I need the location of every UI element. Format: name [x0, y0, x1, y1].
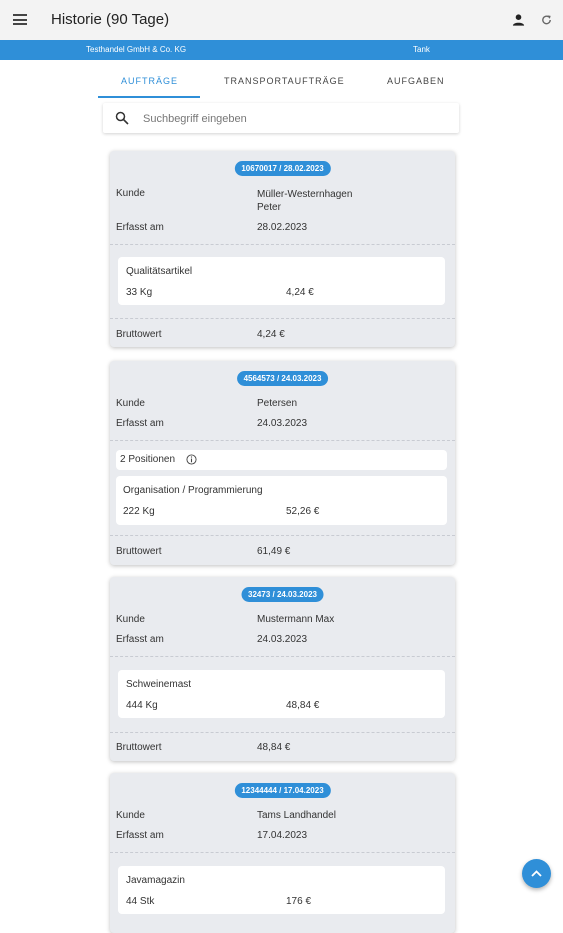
total-label: Bruttowert [116, 546, 162, 557]
order-item: Javamagazin 44 Stk 176 € [118, 866, 445, 914]
person-icon[interactable] [512, 13, 525, 27]
order-id-badge: 32473 / 24.03.2023 [241, 587, 324, 602]
total-label: Bruttowert [116, 329, 162, 340]
search-icon [115, 111, 129, 125]
item-quantity: 33 Kg [126, 287, 153, 298]
item-price: 4,24 € [286, 287, 314, 298]
company-name: Testhandel GmbH & Co. KG [86, 45, 187, 54]
date-value: 24.03.2023 [257, 634, 308, 645]
order-id-badge: 12344444 / 17.04.2023 [234, 783, 331, 798]
divider [110, 318, 455, 319]
date-label: Erfasst am [116, 222, 164, 233]
order-id-badge: 4564573 / 24.03.2023 [236, 371, 329, 386]
item-name: Organisation / Programmierung [123, 485, 263, 496]
context-bar: Testhandel GmbH & Co. KG Tank [0, 40, 563, 60]
date-value: 28.02.2023 [257, 222, 308, 233]
page-title: Historie (90 Tage) [51, 11, 170, 28]
arrow-up-icon [531, 870, 542, 877]
divider [110, 244, 455, 245]
item-name: Schweinemast [126, 679, 192, 690]
order-item: Schweinemast 444 Kg 48,84 € [118, 670, 445, 718]
item-quantity: 222 Kg [123, 506, 155, 517]
item-quantity: 44 Stk [126, 896, 155, 907]
scroll-top-button[interactable] [522, 859, 551, 888]
total-value: 4,24 € [257, 329, 285, 340]
item-name: Javamagazin [126, 875, 185, 886]
positions-info[interactable]: 2 Positionen [116, 450, 447, 470]
site-name: Tank [413, 45, 430, 54]
item-price: 52,26 € [286, 506, 320, 517]
refresh-icon[interactable] [540, 13, 553, 27]
tab-aufgaben[interactable]: AUFGABEN [387, 76, 445, 86]
search-bar [103, 103, 459, 133]
date-value: 17.04.2023 [257, 830, 308, 841]
order-card[interactable]: 32473 / 24.03.2023 Kunde Mustermann Max … [110, 577, 455, 761]
divider [110, 440, 455, 441]
customer-value: Müller-Westernhagen Peter [257, 189, 353, 213]
customer-value: Mustermann Max [257, 614, 335, 625]
item-quantity: 444 Kg [126, 700, 158, 711]
divider [110, 852, 455, 853]
tab-auftraege[interactable]: AUFTRÄGE [121, 76, 178, 86]
divider [110, 656, 455, 657]
order-card[interactable]: 4564573 / 24.03.2023 Kunde Petersen Erfa… [110, 361, 455, 565]
active-tab-indicator [98, 96, 200, 98]
customer-label: Kunde [116, 398, 145, 409]
item-name: Qualitätsartikel [126, 266, 193, 277]
item-price: 48,84 € [286, 700, 320, 711]
order-item: Qualitätsartikel 33 Kg 4,24 € [118, 257, 445, 305]
customer-value: Petersen [257, 398, 298, 409]
divider [110, 732, 455, 733]
tab-transportauftraege[interactable]: TRANSPORTAUFTRÄGE [224, 76, 345, 86]
order-item: Organisation / Programmierung 222 Kg 52,… [116, 476, 447, 525]
order-id-badge: 10670017 / 28.02.2023 [234, 161, 331, 176]
customer-value: Tams Landhandel [257, 810, 336, 821]
date-label: Erfasst am [116, 634, 164, 645]
total-value: 61,49 € [257, 546, 291, 557]
total-value: 48,84 € [257, 742, 291, 753]
info-icon[interactable] [186, 454, 197, 465]
app-bar: Historie (90 Tage) [0, 0, 563, 40]
date-label: Erfasst am [116, 418, 164, 429]
date-label: Erfasst am [116, 830, 164, 841]
search-input[interactable] [141, 109, 445, 129]
order-card[interactable]: 12344444 / 17.04.2023 Kunde Tams Landhan… [110, 773, 455, 933]
total-label: Bruttowert [116, 742, 162, 753]
customer-label: Kunde [116, 614, 145, 625]
menu-icon[interactable] [13, 14, 27, 25]
date-value: 24.03.2023 [257, 418, 308, 429]
item-price: 176 € [286, 896, 312, 907]
positions-count: 2 Positionen [120, 454, 176, 465]
tab-bar: AUFTRÄGE TRANSPORTAUFTRÄGE AUFGABEN [0, 60, 563, 100]
customer-label: Kunde [116, 810, 145, 821]
order-card[interactable]: 10670017 / 28.02.2023 Kunde Müller-Weste… [110, 151, 455, 347]
customer-label: Kunde [116, 188, 145, 199]
divider [110, 535, 455, 536]
